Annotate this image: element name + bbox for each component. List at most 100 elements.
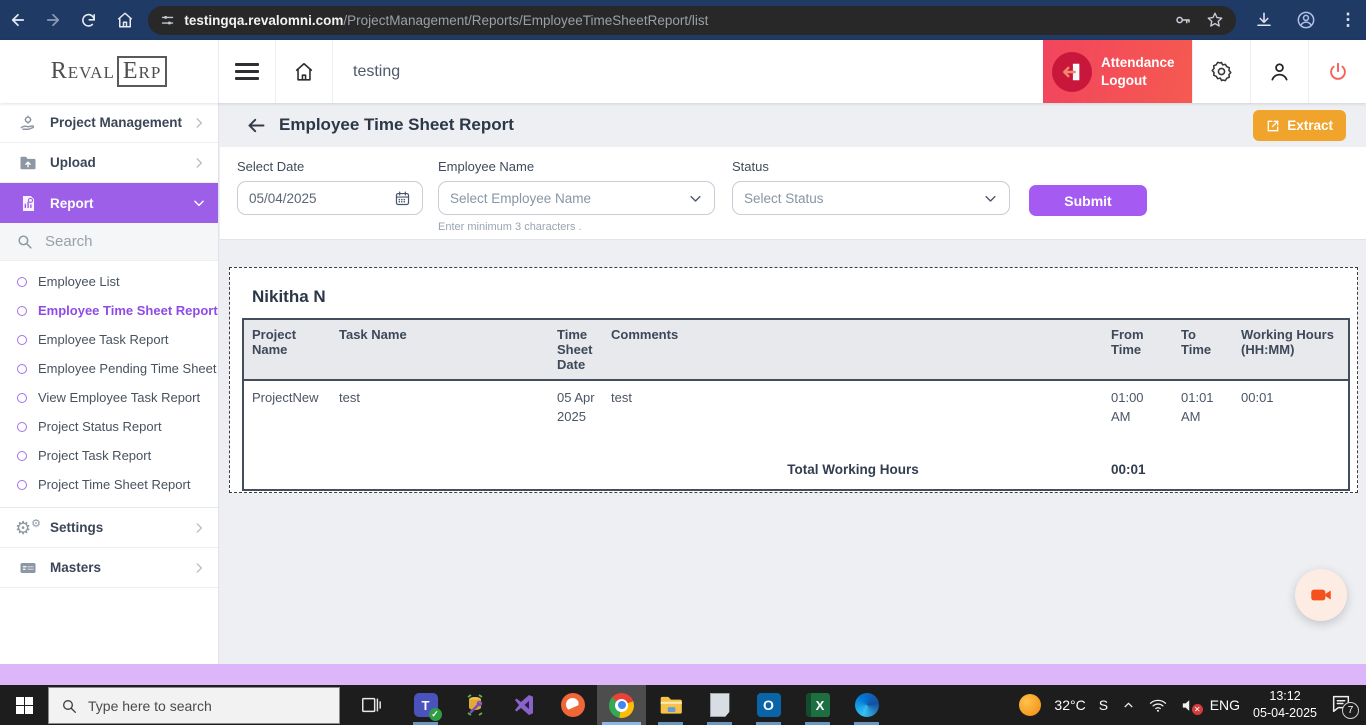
taskbar-app-notepad[interactable]: [695, 685, 744, 725]
download-icon[interactable]: [1246, 2, 1282, 38]
radio-bullet-icon: [17, 422, 27, 432]
gear-icon: [1210, 60, 1233, 83]
attendance-logout-icon: [1052, 52, 1092, 92]
sidebar-item-upload[interactable]: Upload: [0, 143, 218, 183]
taskbar-app-ssms[interactable]: [450, 685, 499, 725]
power-logout-button[interactable]: [1308, 40, 1366, 103]
bookmark-star-icon[interactable]: [1206, 11, 1224, 29]
report-doc-icon: [16, 194, 40, 213]
task-view-button[interactable]: [346, 685, 395, 725]
employee-name-label: Employee Name: [438, 159, 715, 174]
sidebar-item-label: View Employee Task Report: [38, 390, 200, 405]
submit-button[interactable]: Submit: [1029, 185, 1147, 216]
table-cell: test: [331, 380, 549, 460]
browser-address-bar[interactable]: testingqa.revalomni.com/ProjectManagemen…: [148, 6, 1236, 35]
url-text[interactable]: testingqa.revalomni.com/ProjectManagemen…: [184, 13, 1166, 28]
timesheet-table: Project NameTask NameTime Sheet DateComm…: [242, 318, 1350, 491]
sidebar-item-employee-task-report[interactable]: Employee Task Report: [0, 325, 218, 354]
date-input[interactable]: [249, 191, 394, 206]
edge-icon: [855, 693, 879, 717]
status-select[interactable]: Select Status: [732, 181, 1010, 215]
screen-record-button[interactable]: [1295, 569, 1347, 621]
sidebar-item-project-management[interactable]: Project Management: [0, 103, 218, 143]
sidebar-item-project-time-sheet-report[interactable]: Project Time Sheet Report: [0, 470, 218, 499]
status-label: Status: [732, 159, 1010, 174]
weather-icon[interactable]: [1019, 694, 1041, 716]
taskbar-app-file-explorer[interactable]: [646, 685, 695, 725]
report-card: Nikitha N Project NameTask NameTime Shee…: [229, 267, 1358, 493]
sidebar-item-settings[interactable]: ⚙⚙ Settings: [0, 508, 218, 548]
taskbar-app-chrome[interactable]: [597, 685, 646, 725]
taskbar-app-teams[interactable]: T✓: [401, 685, 450, 725]
attendance-logout-button[interactable]: AttendanceLogout: [1043, 40, 1192, 103]
workspace-name[interactable]: testing: [333, 40, 420, 103]
taskbar-search-input[interactable]: [88, 698, 327, 714]
total-row: Total Working Hours 00:01: [243, 460, 1349, 490]
task-view-icon: [360, 694, 382, 716]
bottom-accent-strip: [0, 664, 1366, 685]
sidebar-search-input[interactable]: [45, 233, 195, 250]
date-picker[interactable]: [237, 181, 423, 215]
browser-profile-icon[interactable]: [1288, 2, 1324, 38]
browser-menu-icon[interactable]: ⋮: [1330, 2, 1366, 38]
sidebar-item-label: Employee Pending Time Sheet: [38, 361, 217, 376]
home-button[interactable]: [276, 40, 333, 103]
main-content: Employee Time Sheet Report Extract Selec…: [220, 103, 1366, 664]
sidebar-search[interactable]: [0, 223, 218, 261]
employee-name-select[interactable]: Select Employee Name: [438, 181, 715, 215]
browser-home-button[interactable]: [107, 2, 143, 38]
browser-refresh-button[interactable]: [71, 2, 107, 38]
browser-forward-button[interactable]: [36, 2, 72, 38]
notification-center-button[interactable]: 7: [1330, 693, 1356, 717]
chevron-down-icon: [983, 191, 998, 206]
sidebar-item-report[interactable]: Report: [0, 183, 218, 223]
visual-studio-icon: [512, 693, 536, 717]
weather-temp[interactable]: 32°C: [1054, 697, 1085, 713]
profile-button[interactable]: [1250, 40, 1308, 103]
site-info-icon[interactable]: [160, 13, 175, 28]
clock[interactable]: 13:12 05-04-2025: [1253, 688, 1317, 722]
taskbar-app-postman[interactable]: [548, 685, 597, 725]
table-cell: ProjectNew: [243, 380, 331, 460]
start-button[interactable]: [0, 685, 48, 725]
password-key-icon[interactable]: [1174, 11, 1192, 29]
taskbar-app-outlook[interactable]: O: [744, 685, 793, 725]
wifi-icon[interactable]: [1149, 698, 1167, 713]
tray-expand-icon[interactable]: [1121, 698, 1136, 713]
ssms-icon: [463, 693, 487, 717]
taskbar-search[interactable]: [48, 687, 340, 724]
chevron-down-icon: [688, 191, 703, 206]
extract-button[interactable]: Extract: [1253, 110, 1346, 141]
sidebar-item-project-task-report[interactable]: Project Task Report: [0, 441, 218, 470]
taskbar-app-edge[interactable]: [842, 685, 891, 725]
sidebar-item-employee-time-sheet-report[interactable]: Employee Time Sheet Report: [0, 296, 218, 325]
search-icon: [61, 698, 77, 714]
teams-icon: T✓: [414, 693, 438, 717]
folder-upload-icon: [16, 153, 40, 173]
taskbar-app-excel[interactable]: X: [793, 685, 842, 725]
table-cell: test: [603, 380, 1103, 460]
report-table-head-row: Project NameTask NameTime Sheet DateComm…: [243, 319, 1349, 380]
excel-icon: X: [806, 693, 830, 717]
hamburger-icon: [235, 63, 259, 80]
sidebar-item-project-status-report[interactable]: Project Status Report: [0, 412, 218, 441]
sidebar-item-view-employee-task-report[interactable]: View Employee Task Report: [0, 383, 218, 412]
sidebar-item-employee-pending-time-sheet[interactable]: Employee Pending Time Sheet: [0, 354, 218, 383]
weather-condition[interactable]: S: [1099, 697, 1108, 713]
status-check-icon: ✓: [429, 708, 442, 721]
settings-button[interactable]: [1192, 40, 1250, 103]
date-label: Select Date: [237, 159, 423, 174]
sidebar-item-masters[interactable]: Masters: [0, 548, 218, 588]
sidebar-item-label: Employee Time Sheet Report: [38, 303, 218, 318]
volume-muted-icon[interactable]: ✕: [1180, 697, 1197, 714]
sidebar-toggle-button[interactable]: [219, 40, 276, 103]
chevron-right-icon: [192, 116, 206, 130]
back-button[interactable]: [246, 115, 267, 136]
sidebar: Project Management Upload Report Employe…: [0, 103, 219, 664]
system-tray: 32°C S ✕ ENG 13:12 05-04-2025 7: [1019, 688, 1366, 722]
language-indicator[interactable]: ENG: [1210, 697, 1240, 713]
taskbar-app-visual-studio[interactable]: [499, 685, 548, 725]
sidebar-item-employee-list[interactable]: Employee List: [0, 267, 218, 296]
browser-back-button[interactable]: [0, 2, 36, 38]
calendar-icon[interactable]: [394, 190, 411, 207]
